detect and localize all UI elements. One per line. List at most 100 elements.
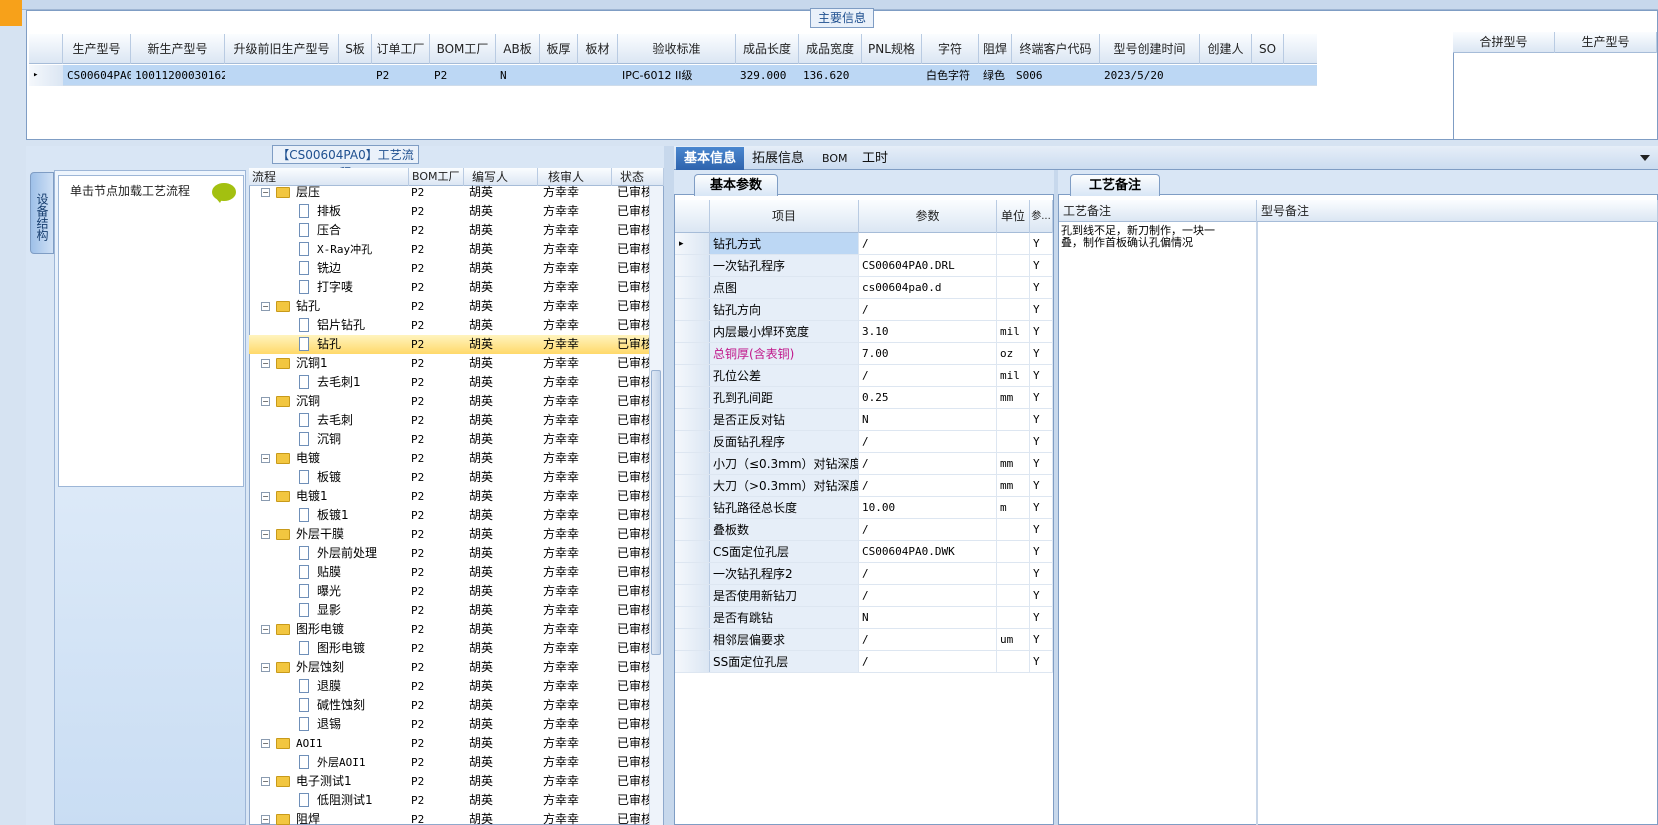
main-col-4[interactable]: 订单工厂	[372, 34, 430, 64]
comment-bubble-icon[interactable]	[212, 183, 236, 203]
param-value[interactable]: /	[859, 475, 997, 496]
tree-row[interactable]: − 阻焊 P2 胡英 方幸幸 已审核	[249, 810, 649, 825]
tree-row[interactable]: 打字唛 P2 胡英 方幸幸 已审核	[249, 278, 649, 297]
tree-row[interactable]: 沉铜 P2 胡英 方幸幸 已审核	[249, 430, 649, 449]
tree-row[interactable]: X-Ray冲孔 P2 胡英 方幸幸 已审核	[249, 240, 649, 259]
param-row[interactable]: 是否使用新钻刀 / Y	[675, 585, 1053, 607]
main-col-2[interactable]: 升级前旧生产型号	[225, 34, 339, 64]
param-row[interactable]: 总铜厚(含表铜) 7.00 oz Y	[675, 343, 1053, 365]
param-value[interactable]: /	[859, 299, 997, 320]
main-info-row[interactable]: ▸ CS00604PA0 10011200030162 P2 P2 N IPC-6012 I…	[29, 65, 1317, 86]
param-value[interactable]: /	[859, 365, 997, 386]
param-row[interactable]: 是否有跳钻 N Y	[675, 607, 1053, 629]
main-col-6[interactable]: AB板	[496, 34, 540, 64]
tree-row[interactable]: 铣边 P2 胡英 方幸幸 已审核	[249, 259, 649, 278]
collapse-icon[interactable]: −	[261, 188, 270, 197]
tree-row[interactable]: − 图形电镀 P2 胡英 方幸幸 已审核	[249, 620, 649, 639]
tree-row[interactable]: − 钻孔 P2 胡英 方幸幸 已审核	[249, 297, 649, 316]
param-row[interactable]: 反面钻孔程序 / Y	[675, 431, 1053, 453]
main-cell-7[interactable]	[540, 65, 578, 86]
tree-row[interactable]: − 外层干膜 P2 胡英 方幸幸 已审核	[249, 525, 649, 544]
main-cell-3[interactable]	[339, 65, 372, 86]
main-cell-15[interactable]: S006	[1012, 65, 1100, 86]
main-cell-0[interactable]: CS00604PA0	[63, 65, 131, 86]
tab-bom[interactable]: BOM	[814, 147, 856, 170]
collapse-icon[interactable]: −	[261, 739, 270, 748]
main-col-7[interactable]: 板厚	[540, 34, 578, 64]
collapse-icon[interactable]: −	[261, 397, 270, 406]
main-cell-11[interactable]: 136.620	[799, 65, 862, 86]
tree-row[interactable]: 板镀1 P2 胡英 方幸幸 已审核	[249, 506, 649, 525]
param-row[interactable]: 一次钻孔程序2/ Y	[675, 563, 1053, 585]
param-value[interactable]: CS00604PA0.DRL	[859, 255, 997, 276]
main-cell-8[interactable]	[578, 65, 618, 86]
main-cell-5[interactable]: P2	[430, 65, 496, 86]
node-list[interactable]	[58, 175, 244, 487]
param-value[interactable]: cs00604pa0.d	[859, 277, 997, 298]
main-col-16[interactable]: 型号创建时间	[1100, 34, 1200, 64]
param-row[interactable]: 一次钻孔程序 CS00604PA0.DRL Y	[675, 255, 1053, 277]
main-cell-1[interactable]: 10011200030162	[131, 65, 225, 86]
tree-row[interactable]: 板镀 P2 胡英 方幸幸 已审核	[249, 468, 649, 487]
main-cell-16[interactable]: 2023/5/20	[1100, 65, 1200, 86]
params-col-unit[interactable]: 单位	[997, 200, 1030, 233]
tab-basic-params[interactable]: 基本参数	[694, 174, 778, 196]
main-cell-2[interactable]	[225, 65, 339, 86]
param-value[interactable]: 0.25	[859, 387, 997, 408]
main-col-17[interactable]: 创建人	[1200, 34, 1252, 64]
param-value[interactable]: /	[859, 431, 997, 452]
tab-work-hours[interactable]: 工时	[854, 147, 896, 170]
param-row[interactable]: 钻孔路径总长度 10.00 m Y	[675, 497, 1053, 519]
param-value[interactable]: /	[859, 453, 997, 474]
tree-scroll-thumb[interactable]	[651, 370, 661, 655]
tab-dropdown-icon[interactable]	[1640, 155, 1650, 161]
params-col-flag[interactable]: 参...	[1030, 200, 1053, 233]
main-col-5[interactable]: BOM工厂	[430, 34, 496, 64]
main-col-0[interactable]: 生产型号	[63, 34, 131, 64]
tree-row[interactable]: 去毛刺1 P2 胡英 方幸幸 已审核	[249, 373, 649, 392]
equipment-structure-tab[interactable]: 设备结构	[30, 172, 54, 254]
param-value[interactable]: CS00604PA0.DWK	[859, 541, 997, 562]
tree-row[interactable]: 碱性蚀刻 P2 胡英 方幸幸 已审核	[249, 696, 649, 715]
collapse-icon[interactable]: −	[261, 302, 270, 311]
main-cell-13[interactable]: 白色字符	[922, 65, 979, 86]
param-value[interactable]: /	[859, 233, 997, 254]
param-row[interactable]: CS面定位孔层 CS00604PA0.DWK Y	[675, 541, 1053, 563]
tree-row[interactable]: 钻孔 P2 胡英 方幸幸 已审核	[249, 335, 649, 354]
collapse-icon[interactable]: −	[261, 454, 270, 463]
tree-row[interactable]: 去毛刺 P2 胡英 方幸幸 已审核	[249, 411, 649, 430]
main-cell-4[interactable]: P2	[372, 65, 430, 86]
tree-row[interactable]: 外层AOI1 P2 胡英 方幸幸 已审核	[249, 753, 649, 772]
tree-row[interactable]: 贴膜 P2 胡英 方幸幸 已审核	[249, 563, 649, 582]
collapse-icon[interactable]: −	[261, 663, 270, 672]
tree-row[interactable]: 图形电镀 P2 胡英 方幸幸 已审核	[249, 639, 649, 658]
param-row[interactable]: 是否正反对钻 N Y	[675, 409, 1053, 431]
collapse-icon[interactable]: −	[261, 492, 270, 501]
tree-row[interactable]: 外层前处理 P2 胡英 方幸幸 已审核	[249, 544, 649, 563]
param-row[interactable]: 内层最小焊环宽度 3.10 mil Y	[675, 321, 1053, 343]
param-row[interactable]: 大刀（>0.3mm）对钻深度 / mm Y	[675, 475, 1053, 497]
tab-basic-info[interactable]: 基本信息	[676, 147, 745, 170]
main-col-10[interactable]: 成品长度	[736, 34, 799, 64]
tree-row[interactable]: 退锡 P2 胡英 方幸幸 已审核	[249, 715, 649, 734]
tree-row[interactable]: 退膜 P2 胡英 方幸幸 已审核	[249, 677, 649, 696]
main-col-9[interactable]: 验收标准	[618, 34, 736, 64]
tree-row[interactable]: − 层压 P2 胡英 方幸幸 已审核	[249, 183, 649, 202]
param-row[interactable]: 点图 cs00604pa0.d Y	[675, 277, 1053, 299]
collapse-icon[interactable]: −	[261, 777, 270, 786]
main-col-1[interactable]: 新生产型号	[131, 34, 225, 64]
main-cell-18[interactable]	[1252, 65, 1284, 86]
tree-row[interactable]: − AOI1 P2 胡英 方幸幸 已审核	[249, 734, 649, 753]
collapse-icon[interactable]: −	[261, 530, 270, 539]
param-value[interactable]: 10.00	[859, 497, 997, 518]
param-value[interactable]: N	[859, 607, 997, 628]
process-remark-text[interactable]: 孔到线不足，新刀制作，一块一叠，制作首板确认孔偏情况	[1061, 225, 1231, 249]
tree-row[interactable]: − 沉铜1 P2 胡英 方幸幸 已审核	[249, 354, 649, 373]
main-cell-14[interactable]: 绿色	[979, 65, 1012, 86]
main-col-13[interactable]: 字符	[922, 34, 979, 64]
tree-row[interactable]: 低阻测试1 P2 胡英 方幸幸 已审核	[249, 791, 649, 810]
tree-row[interactable]: 铝片钻孔 P2 胡英 方幸幸 已审核	[249, 316, 649, 335]
main-col-18[interactable]: SO	[1252, 34, 1284, 64]
tree-row[interactable]: − 电镀1 P2 胡英 方幸幸 已审核	[249, 487, 649, 506]
tab-process-remarks[interactable]: 工艺备注	[1070, 174, 1160, 196]
